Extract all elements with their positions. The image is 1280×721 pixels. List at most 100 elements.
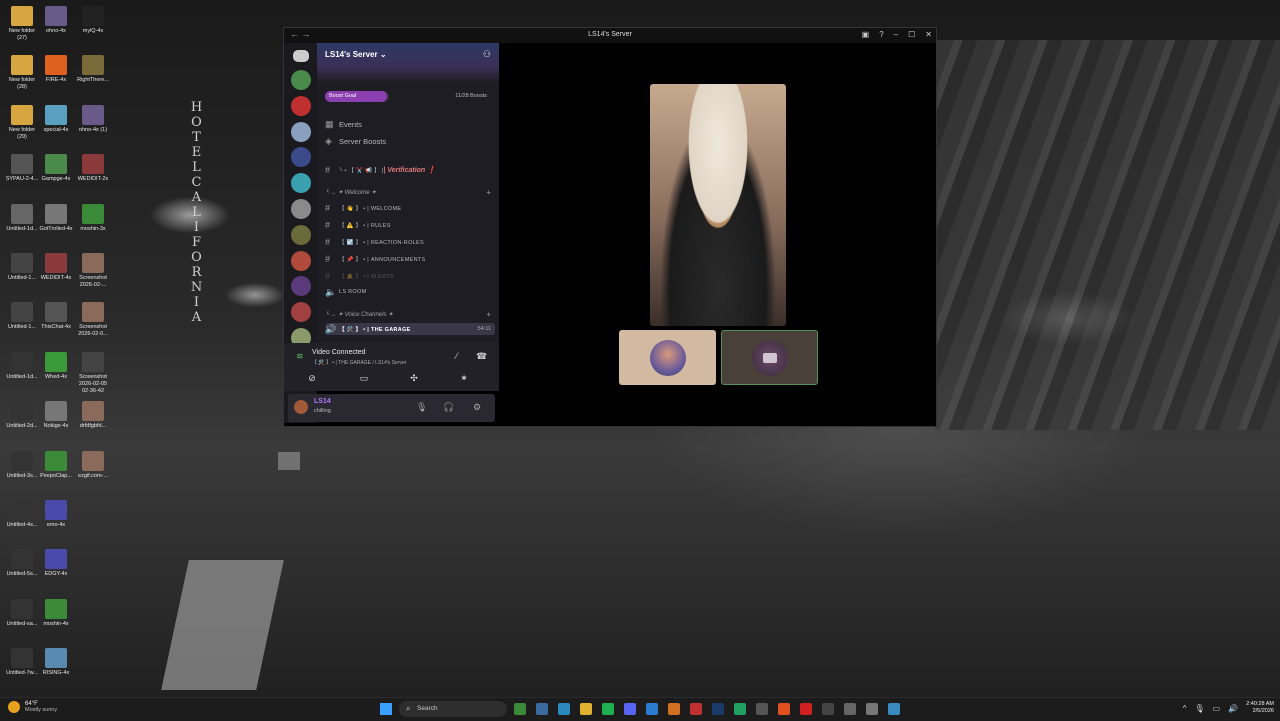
signal-icon[interactable]: ≋	[296, 351, 304, 362]
server-boosts-item[interactable]: ◈ Server Boosts	[325, 135, 495, 147]
windows-start-icon[interactable]	[380, 703, 392, 715]
speaker-icon: 🔈	[325, 286, 337, 297]
network-icon[interactable]: ▭	[1213, 704, 1221, 713]
desktop-icon[interactable]: WEDIDIT-2x	[71, 152, 115, 201]
add-channel-icon[interactable]: +	[486, 310, 495, 319]
desktop-icon[interactable]: moshin-3x	[71, 202, 115, 251]
add-channel-icon[interactable]: +	[486, 188, 495, 197]
server-icon[interactable]	[290, 302, 311, 323]
clock[interactable]: 2:40:28 AM 2/5/2026	[1246, 701, 1274, 715]
desktop-icon[interactable]: mylQ-4x	[71, 4, 115, 53]
chevron-up-icon[interactable]: ^	[1183, 704, 1187, 713]
desktop-icon[interactable]: Screenshot 2026-02-...	[71, 251, 115, 300]
help-icon[interactable]: ?	[879, 30, 883, 39]
app-icon[interactable]	[734, 703, 746, 715]
gear-icon[interactable]: ⚙	[473, 402, 481, 413]
microphone-icon[interactable]: 🎙	[416, 402, 427, 413]
file-explorer-icon[interactable]	[580, 703, 592, 715]
inbox-icon[interactable]: ▣	[862, 30, 870, 39]
server-name[interactable]: LS14's Server ⌄	[325, 50, 387, 59]
system-tray: ^ 🎙 ▭ 🔊 2:40:28 AM 2/5/2026	[1183, 701, 1274, 715]
category-voice[interactable]: ╰ → ✦ Voice Channels ✦ +	[325, 308, 495, 320]
app-icon[interactable]	[844, 703, 856, 715]
server-icon[interactable]	[290, 95, 311, 116]
screen-share-button[interactable]: ▭	[344, 373, 384, 385]
mic-tray-icon[interactable]: 🎙	[1194, 704, 1204, 713]
edge-icon[interactable]	[558, 703, 570, 715]
headphones-icon[interactable]: 🎧	[443, 402, 454, 413]
spotify-icon[interactable]	[602, 703, 614, 715]
boost-goal[interactable]: Boost Goal 11/28 Boosts	[325, 91, 491, 103]
server-icon[interactable]	[290, 121, 311, 142]
server-icon[interactable]	[290, 70, 311, 90]
text-channel[interactable]: # 【 ⚠️ 】 • | RULES	[325, 219, 495, 231]
channel-verification[interactable]: # ╰ • 【 ✂️ 📢 】 | | Verification ❗	[325, 164, 495, 176]
camera-off-button[interactable]: ⊘	[292, 373, 332, 385]
app-icon[interactable]	[866, 703, 878, 715]
desktop-icon[interactable]: emo-4x	[34, 498, 78, 547]
file-icon	[82, 351, 104, 372]
voice-connected-sub[interactable]: 【 🛠️ 】 • | THE GARAGE / LS14's Server	[312, 359, 406, 366]
desktop-icon[interactable]: ezgif.com-...	[71, 449, 115, 498]
app-icon[interactable]	[690, 703, 702, 715]
taskview-icon[interactable]	[536, 703, 548, 715]
app-icon[interactable]	[756, 703, 768, 715]
desktop-icon-label: RightThere...	[77, 77, 109, 84]
server-icon[interactable]	[290, 147, 311, 168]
soundboard-button[interactable]: ✶	[444, 373, 484, 385]
participant-tile-self[interactable]	[721, 330, 818, 385]
text-channel[interactable]: # 【 ☑️ 】 • | REACTION-ROLES	[325, 236, 495, 248]
activities-button[interactable]: ✣	[394, 373, 434, 385]
server-icon[interactable]	[290, 198, 311, 219]
user-name[interactable]: LS14	[314, 398, 331, 405]
user-panel: LS14 chilling 🎙 🎧 ⚙	[288, 394, 495, 422]
text-channel[interactable]: # 【 🔔 】 • | ALERTS	[325, 270, 495, 282]
desktop-icon[interactable]: moshin-4x	[34, 597, 78, 646]
app-icon[interactable]	[646, 703, 658, 715]
hotel-sign: HOTEL CALIFORNIA	[190, 100, 204, 325]
close-button[interactable]: ✕	[925, 30, 932, 39]
file-icon	[45, 499, 67, 520]
channel-ls-room[interactable]: 🔈 LS ROOM	[325, 286, 495, 298]
minimize-button[interactable]: –	[894, 30, 898, 39]
desktop-icon[interactable]: Screenshot 2026-02-0...	[71, 300, 115, 349]
text-channel[interactable]: # 【 📌 】 • | ANNOUNCEMENTS	[325, 253, 495, 265]
main-video-feed[interactable]	[650, 84, 786, 326]
app-icon[interactable]	[800, 703, 812, 715]
desktop-icon[interactable]: ohno-4x (1)	[71, 103, 115, 152]
participant-tile[interactable]	[619, 330, 716, 385]
channel-the-garage[interactable]: 🔊 【 🛠️ 】 • | THE GARAGE 54:11	[325, 323, 495, 335]
desktop-icon[interactable]: drfdfgbfd...	[71, 399, 115, 448]
volume-icon[interactable]: 🔊	[1228, 704, 1238, 713]
desktop-icon[interactable]: Screenshot 2026-02-05 02-36-42	[71, 350, 115, 399]
weather-widget[interactable]: 64°F Mostly sunny	[8, 701, 57, 713]
desktop-icon[interactable]: RISING-4x	[34, 646, 78, 695]
server-banner[interactable]: LS14's Server ⌄ ⚇	[317, 43, 499, 83]
noise-suppression-icon[interactable]: ⁄	[456, 351, 458, 361]
chrome-icon[interactable]	[514, 703, 526, 715]
app-icon[interactable]	[668, 703, 680, 715]
search-box[interactable]: ⌕ Search	[399, 701, 507, 717]
discord-home-icon[interactable]	[292, 50, 309, 62]
server-icon[interactable]	[290, 276, 311, 297]
server-icon[interactable]	[290, 173, 311, 194]
photoshop-icon[interactable]	[712, 703, 724, 715]
desktop-icon[interactable]: EDGY-4x	[34, 547, 78, 596]
app-icon[interactable]	[888, 703, 900, 715]
file-icon	[82, 55, 104, 76]
events-item[interactable]: ▦ Events	[325, 118, 495, 130]
category-welcome[interactable]: ╰ → ✦ Welcome ✦ +	[325, 186, 495, 198]
server-icon[interactable]	[290, 250, 311, 271]
brave-icon[interactable]	[778, 703, 790, 715]
discord-icon[interactable]	[624, 703, 636, 715]
server-icon[interactable]	[290, 224, 311, 245]
invite-icon[interactable]: ⚇	[483, 49, 491, 60]
participant-avatar	[649, 339, 686, 376]
file-icon	[45, 6, 67, 26]
avatar[interactable]	[294, 400, 308, 414]
desktop-icon[interactable]: RightThere...	[71, 53, 115, 102]
text-channel[interactable]: # 【 👋 】 • | WELCOME	[325, 202, 495, 214]
app-icon[interactable]	[822, 703, 834, 715]
disconnect-icon[interactable]: ☎	[476, 351, 487, 362]
maximize-button[interactable]: ☐	[908, 30, 915, 39]
